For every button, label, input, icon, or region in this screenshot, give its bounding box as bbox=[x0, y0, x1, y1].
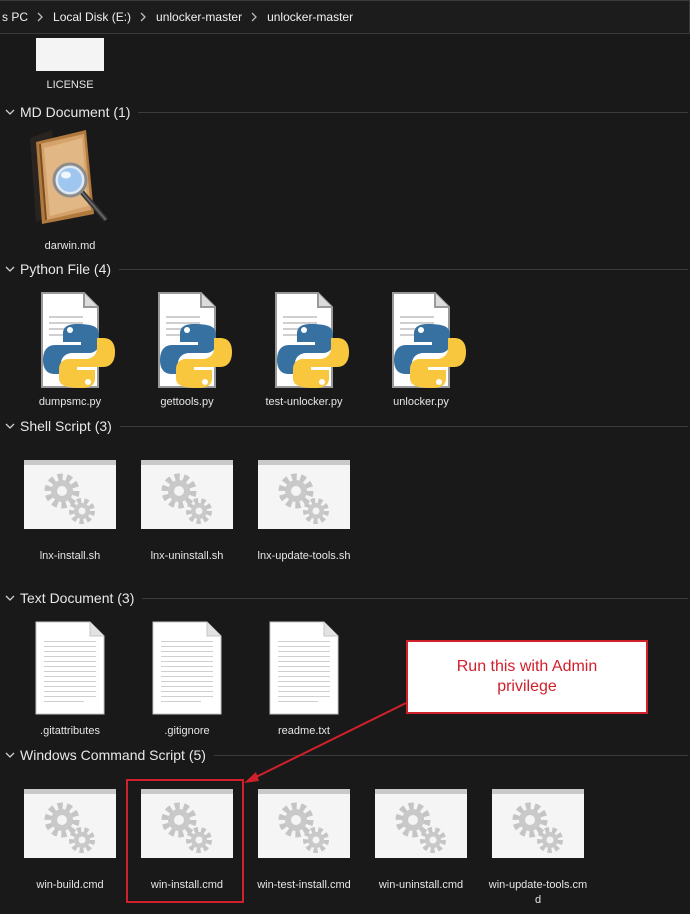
file-name: win-update-tools.cmd bbox=[488, 879, 588, 906]
file-name: test-unlocker.py bbox=[265, 396, 343, 408]
python-file-icon bbox=[392, 292, 466, 388]
file-name: unlocker.py bbox=[393, 396, 449, 408]
file-item-win-update-tools-cmd[interactable]: win-update-tools.cmd bbox=[488, 789, 588, 908]
text-document-icon bbox=[35, 621, 105, 715]
file-name: dumpsmc.py bbox=[38, 396, 102, 408]
script-settings-icon bbox=[258, 789, 350, 858]
script-settings-icon bbox=[492, 789, 584, 858]
text-document-icon bbox=[269, 621, 339, 715]
gear-icon bbox=[44, 473, 95, 524]
script-settings-icon bbox=[24, 789, 116, 858]
script-settings-icon bbox=[375, 789, 467, 858]
file-item-win-build-cmd[interactable]: win-build.cmd bbox=[20, 789, 120, 893]
file-item-unlocker-py[interactable]: unlocker.py bbox=[371, 292, 471, 410]
file-name: lnx-uninstall.sh bbox=[150, 550, 224, 562]
chevron-down-icon[interactable] bbox=[5, 750, 15, 760]
group-title: MD Document (1) bbox=[20, 104, 131, 120]
file-item-license[interactable]: LICENSE bbox=[20, 38, 120, 93]
python-file-icon bbox=[275, 292, 349, 388]
file-name: .gitignore bbox=[164, 725, 210, 737]
breadcrumb-current-folder[interactable]: unlocker-master bbox=[267, 10, 353, 24]
group-divider bbox=[138, 111, 688, 113]
help-book-icon bbox=[30, 130, 108, 224]
annotation-callout: Run this with Admin privilege bbox=[406, 640, 648, 714]
file-name: readme.txt bbox=[278, 725, 330, 737]
file-name: LICENSE bbox=[46, 79, 94, 91]
chevron-down-icon[interactable] bbox=[5, 421, 15, 431]
group-title: Windows Command Script (5) bbox=[20, 747, 206, 763]
python-file-icon bbox=[158, 292, 232, 388]
breadcrumb-this-pc[interactable]: s PC bbox=[2, 10, 28, 24]
file-item-lnx-install-sh[interactable]: lnx-install.sh bbox=[20, 460, 120, 564]
group-title: Python File (4) bbox=[20, 261, 112, 277]
group-divider bbox=[119, 425, 688, 427]
group-header-python[interactable]: Python File (4) bbox=[0, 258, 690, 280]
file-item-darwin-md[interactable]: darwin.md bbox=[20, 128, 120, 254]
file-name: lnx-update-tools.sh bbox=[257, 550, 351, 562]
file-name: .gitattributes bbox=[40, 725, 100, 737]
file-name: win-uninstall.cmd bbox=[378, 879, 464, 891]
chevron-down-icon[interactable] bbox=[5, 264, 15, 274]
chevron-down-icon[interactable] bbox=[5, 593, 15, 603]
highlight-box bbox=[126, 779, 244, 903]
chevron-right-icon[interactable] bbox=[37, 12, 44, 22]
chevron-down-icon[interactable] bbox=[5, 107, 15, 117]
gear-icon bbox=[395, 802, 446, 853]
document-icon bbox=[36, 38, 104, 71]
text-document-icon bbox=[152, 621, 222, 715]
group-divider bbox=[142, 597, 688, 599]
script-settings-icon bbox=[141, 460, 233, 529]
address-bar[interactable]: s PC Local Disk (E:) unlocker-master unl… bbox=[0, 0, 690, 34]
file-item-gettools-py[interactable]: gettools.py bbox=[137, 292, 237, 410]
breadcrumb-unlocker-master[interactable]: unlocker-master bbox=[156, 10, 242, 24]
gear-icon bbox=[278, 802, 329, 853]
file-item-win-test-install-cmd[interactable]: win-test-install.cmd bbox=[254, 789, 354, 893]
file-item-test-unlocker-py[interactable]: test-unlocker.py bbox=[254, 292, 354, 410]
group-title: Text Document (3) bbox=[20, 590, 135, 606]
group-title: Shell Script (3) bbox=[20, 418, 112, 434]
gear-icon bbox=[44, 802, 95, 853]
file-item-readme-txt[interactable]: readme.txt bbox=[254, 621, 354, 739]
gear-icon bbox=[161, 473, 212, 524]
group-divider bbox=[119, 268, 688, 270]
file-item-dumpsmc-py[interactable]: dumpsmc.py bbox=[20, 292, 120, 410]
file-item-win-uninstall-cmd[interactable]: win-uninstall.cmd bbox=[371, 789, 471, 893]
gear-icon bbox=[278, 473, 329, 524]
python-file-icon bbox=[41, 292, 115, 388]
file-name: win-build.cmd bbox=[36, 879, 104, 891]
file-name: gettools.py bbox=[160, 396, 214, 408]
chevron-right-icon[interactable] bbox=[251, 12, 258, 22]
file-name: darwin.md bbox=[44, 240, 96, 252]
script-settings-icon bbox=[24, 460, 116, 529]
file-item-lnx-uninstall-sh[interactable]: lnx-uninstall.sh bbox=[137, 460, 237, 564]
breadcrumb-local-disk[interactable]: Local Disk (E:) bbox=[53, 10, 131, 24]
script-settings-icon bbox=[258, 460, 350, 529]
gear-icon bbox=[512, 802, 563, 853]
file-name: win-test-install.cmd bbox=[257, 879, 351, 891]
group-header-shell[interactable]: Shell Script (3) bbox=[0, 415, 690, 437]
group-header-text[interactable]: Text Document (3) bbox=[0, 587, 690, 609]
file-item-gitattributes[interactable]: .gitattributes bbox=[20, 621, 120, 739]
file-item-lnx-update-tools-sh[interactable]: lnx-update-tools.sh bbox=[254, 460, 354, 564]
file-name: lnx-install.sh bbox=[39, 550, 101, 562]
group-header-md[interactable]: MD Document (1) bbox=[0, 101, 690, 123]
chevron-right-icon[interactable] bbox=[140, 12, 147, 22]
group-divider bbox=[213, 754, 688, 756]
file-item-gitignore[interactable]: .gitignore bbox=[137, 621, 237, 739]
annotation-text: Run this with Admin privilege bbox=[456, 658, 598, 695]
group-header-cmd[interactable]: Windows Command Script (5) bbox=[0, 744, 690, 766]
